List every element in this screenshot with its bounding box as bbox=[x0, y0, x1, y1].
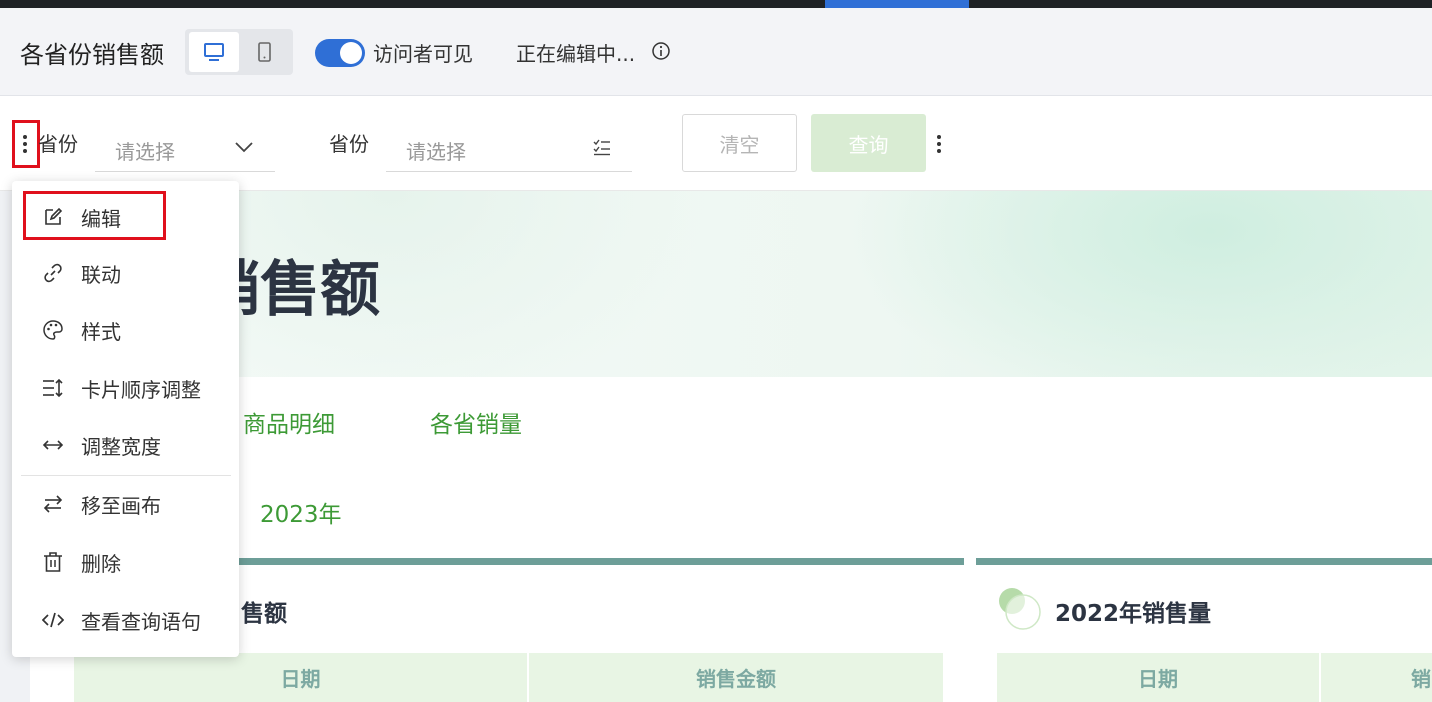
palette-icon bbox=[43, 320, 63, 340]
menu-item-move-to-canvas[interactable]: 移至画布 bbox=[12, 478, 239, 530]
reorder-icon bbox=[43, 378, 63, 398]
checklist-icon bbox=[593, 139, 610, 156]
province-multiselect[interactable]: 请选择 bbox=[386, 124, 632, 172]
editing-status: 正在编辑中... bbox=[516, 42, 636, 66]
move-to-canvas-icon bbox=[43, 495, 63, 513]
card-title: 2022年销售量 bbox=[1055, 601, 1212, 627]
province-select[interactable]: 请选择 bbox=[95, 124, 275, 172]
menu-item-style[interactable]: 样式 bbox=[12, 304, 239, 356]
card-title: 售额 bbox=[241, 601, 287, 627]
table-header-cell: 销售金额 bbox=[529, 653, 943, 702]
province-select-placeholder: 请选择 bbox=[115, 140, 175, 164]
resize-width-icon bbox=[42, 440, 64, 450]
menu-item-delete[interactable]: 删除 bbox=[12, 536, 239, 588]
more-button-highlight bbox=[12, 120, 40, 168]
trash-icon bbox=[44, 552, 62, 572]
visitor-visible-toggle[interactable] bbox=[315, 39, 365, 67]
title-banner: 份销售额 bbox=[30, 191, 1432, 377]
province-multiselect-placeholder: 请选择 bbox=[406, 140, 466, 164]
tab-year-2023[interactable]: 2023年 bbox=[260, 495, 342, 529]
card-context-menu: 编辑 联动 样式 卡片顺序调整 调整宽度 移至画布 删除 查看查询语句 bbox=[12, 181, 239, 657]
top-window-bar bbox=[0, 0, 1432, 8]
tab-product-detail[interactable]: 商品明细 bbox=[243, 405, 335, 439]
menu-item-link[interactable]: 联动 bbox=[12, 247, 239, 299]
info-icon[interactable] bbox=[651, 41, 671, 61]
menu-divider bbox=[21, 475, 231, 476]
province-filter-label: 省份 bbox=[38, 132, 78, 156]
edit-item-highlight bbox=[23, 191, 166, 240]
chevron-down-icon bbox=[235, 142, 253, 153]
table-header-cell: 日期 bbox=[74, 653, 527, 702]
visitor-visible-label: 访问者可见 bbox=[373, 42, 473, 66]
menu-item-reorder[interactable]: 卡片顺序调整 bbox=[12, 362, 239, 414]
card-decor-icon bbox=[999, 588, 1041, 630]
link-icon bbox=[44, 263, 62, 283]
desktop-icon bbox=[204, 43, 224, 61]
menu-item-view-query[interactable]: 查看查询语句 bbox=[12, 594, 239, 646]
province-multiselect-label: 省份 bbox=[329, 132, 369, 156]
table-header-cell: 销 bbox=[1321, 653, 1432, 702]
menu-item-resize-width[interactable]: 调整宽度 bbox=[12, 419, 239, 471]
page-title: 各省份销售额 bbox=[20, 41, 164, 69]
query-button[interactable]: 查询 bbox=[811, 114, 926, 172]
table-header-cell: 日期 bbox=[997, 653, 1319, 702]
desktop-view-button[interactable] bbox=[189, 32, 239, 72]
dashboard-header: 各省份销售额 访问者可见 正在编辑中... bbox=[0, 8, 1432, 96]
mobile-view-button[interactable] bbox=[239, 32, 289, 72]
device-toggle bbox=[185, 29, 293, 75]
code-icon bbox=[42, 612, 64, 628]
filter-bar-more-icon[interactable] bbox=[937, 135, 941, 153]
toggle-knob bbox=[340, 42, 362, 64]
clear-button[interactable]: 清空 bbox=[682, 114, 797, 172]
mobile-icon bbox=[258, 42, 271, 62]
card-accent-bar bbox=[976, 558, 1432, 565]
tab-province-sales[interactable]: 各省销量 bbox=[430, 405, 522, 439]
active-window-tab[interactable] bbox=[825, 0, 969, 8]
